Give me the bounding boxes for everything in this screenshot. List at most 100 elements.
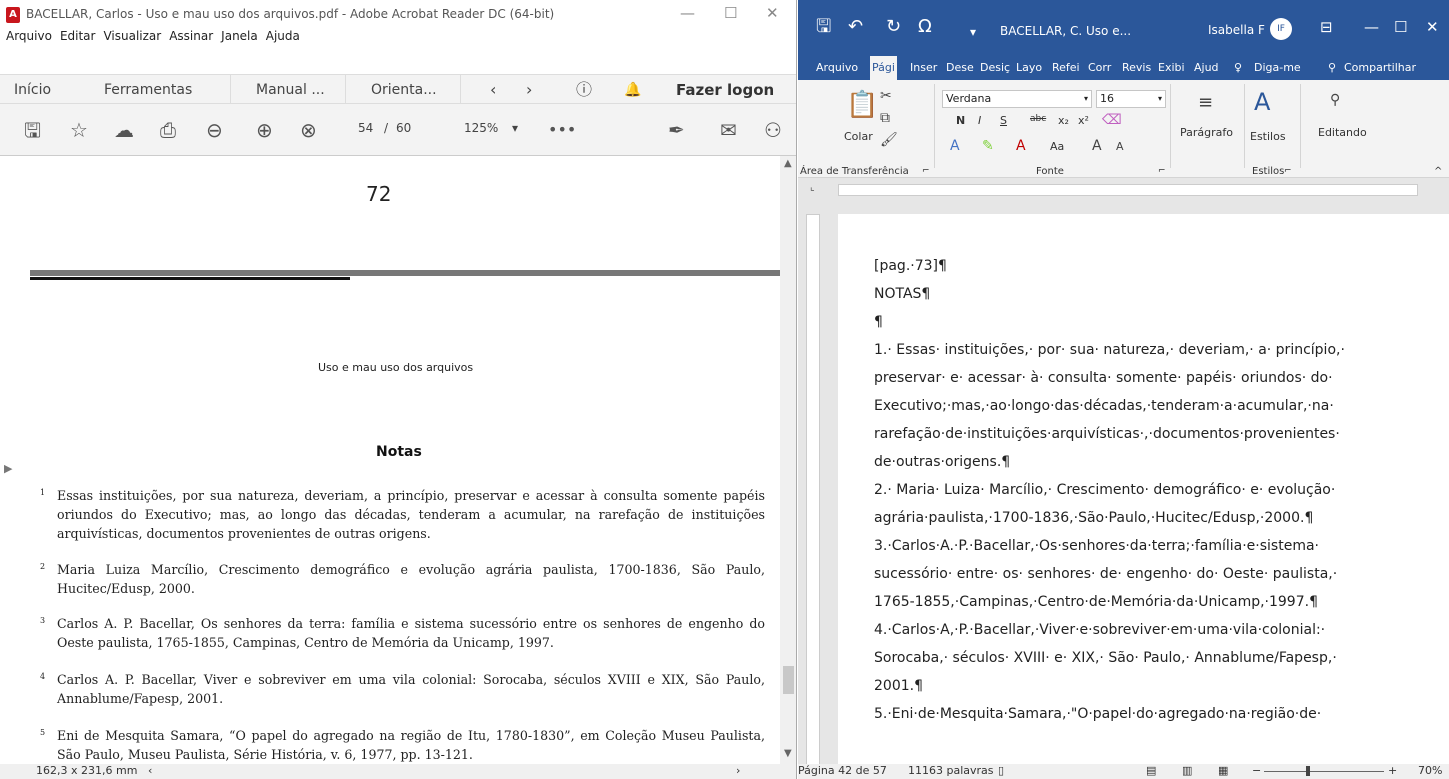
font-launcher-icon[interactable]: ⌐ [1158,166,1166,176]
share-icon[interactable]: ⚲ [1328,56,1336,80]
page-up-icon[interactable]: ⊕ [256,120,273,140]
document-line[interactable]: 1765-1855,·Campinas,·Centro·de·Memória·d… [874,594,1384,610]
undo-icon[interactable]: ↶ [848,17,863,37]
menu-ajuda[interactable]: Ajuda [266,29,300,45]
menu-janela[interactable]: Janela [221,29,258,45]
scroll-left-icon[interactable]: ‹ [148,764,152,777]
proofing-icon[interactable]: ▯ [998,764,1004,777]
bold-button[interactable]: N [956,114,965,127]
avatar[interactable]: IF [1270,18,1292,40]
more-tools-icon[interactable]: ••• [548,120,576,140]
paste-icon[interactable]: 📋 [846,90,878,120]
tab-stop-selector-icon[interactable]: ⌞ [810,182,815,193]
close-icon[interactable]: ✕ [1426,18,1439,36]
format-painter-icon[interactable]: 🖌 [880,132,898,148]
add-user-icon[interactable]: ⚇ [764,120,782,140]
strikethrough-button[interactable]: abc [1030,114,1046,124]
zoom-out-icon[interactable]: ⊖ [206,120,223,140]
symbol-omega-icon[interactable]: Ω [918,17,932,37]
sign-pen-icon[interactable]: ✒ [668,120,685,140]
zoom-in-icon[interactable]: + [1388,764,1397,777]
maximize-icon[interactable]: ☐ [724,4,737,22]
tab-prev-icon[interactable]: ‹ [490,75,496,105]
highlight-icon[interactable]: ✎ [982,138,994,154]
shrink-font-icon[interactable]: A [1116,140,1124,153]
document-line[interactable]: Executivo;·mas,·ao·longo·das·décadas,·te… [874,398,1384,414]
document-line[interactable]: 1.· Essas· instituições,· por· sua· natu… [874,342,1384,358]
email-icon[interactable]: ✉ [720,120,737,140]
vertical-ruler[interactable] [806,214,820,766]
editing-button[interactable]: Editando [1318,126,1367,139]
scrollbar-thumb[interactable] [783,666,794,694]
menu-arquivo[interactable]: Arquivo [6,29,52,45]
close-icon[interactable]: ✕ [766,4,779,22]
font-name-select[interactable]: Verdana ▾ [942,90,1092,108]
tab-manual[interactable]: Manual ... [256,75,325,105]
ribbon-display-icon[interactable]: ⊟ [1320,18,1333,36]
document-line[interactable]: Sorocaba,· séculos· XVIII· e· XIX,· São·… [874,650,1384,666]
print-icon[interactable]: ⎙ [160,120,176,140]
share-button[interactable]: Compartilhar [1344,56,1416,80]
print-layout-icon[interactable]: ▥ [1182,764,1192,777]
word-document-page[interactable]: [pag.·73]¶ NOTAS¶ ¶ 1.· Essas· instituiç… [838,214,1449,766]
paragraph-icon[interactable]: ≡ [1198,92,1213,113]
document-line[interactable]: 2.· Maria· Luiza· Marcílio,· Crescimento… [874,482,1384,498]
menu-editar[interactable]: Editar [60,29,96,45]
font-color-icon[interactable]: A [1016,138,1026,154]
copy-icon[interactable]: ⧉ [880,110,890,126]
styles-button[interactable]: Estilos [1250,130,1286,143]
tab-orienta[interactable]: Orienta... [371,75,437,105]
login-button[interactable]: Fazer logon [676,75,774,105]
minimize-icon[interactable]: — [680,4,695,22]
horizontal-ruler[interactable]: ⌞ [798,178,1449,200]
menu-assinar[interactable]: Assinar [169,29,213,45]
tab-revisao[interactable]: Revis [1122,56,1151,80]
scroll-right-icon[interactable]: › [736,764,740,777]
tab-desenhar[interactable]: Dese [946,56,974,80]
page-count[interactable]: Página 42 de 57 [798,764,887,777]
tab-inserir[interactable]: Inser [910,56,937,80]
clear-format-icon[interactable]: ⌫ [1102,112,1122,128]
tab-design[interactable]: Desiç [980,56,1010,80]
document-line[interactable]: ¶ [874,314,1384,330]
text-effects-icon[interactable]: A [950,138,960,154]
tab-next-icon[interactable]: › [526,75,532,105]
save-icon[interactable]: 🖫 [24,120,41,140]
tab-ferramentas[interactable]: Ferramentas [104,75,192,105]
document-line[interactable]: 5.·Eni·de·Mesquita·Samara,·"O·papel·do·a… [874,706,1384,722]
document-line[interactable]: 3.·Carlos·A.·P.·Bacellar,·Os·senhores·da… [874,538,1384,554]
menu-visualizar[interactable]: Visualizar [103,29,161,45]
page-down-icon[interactable]: ⊗ [300,120,317,140]
document-line[interactable]: NOTAS¶ [874,286,1384,302]
tab-correspondencias[interactable]: Corr [1088,56,1111,80]
zoom-level[interactable]: 70% [1418,764,1442,777]
scroll-down-icon[interactable]: ▼ [784,748,792,759]
document-line[interactable]: preservar· e· acessar· à· consulta· some… [874,370,1384,386]
document-line[interactable]: de·outras·origens.¶ [874,454,1384,470]
subscript-button[interactable]: x₂ [1058,114,1069,127]
document-line[interactable]: agrária·paulista,·1700-1836,·São·Paulo,·… [874,510,1384,526]
cut-icon[interactable]: ✂ [880,88,892,104]
tab-arquivo[interactable]: Arquivo [816,56,858,80]
upload-cloud-icon[interactable]: ☁ [114,120,134,140]
tab-referencias[interactable]: Refei [1052,56,1080,80]
underline-button[interactable]: S [1000,114,1007,127]
page-current-input[interactable]: 54 [358,121,373,135]
document-line[interactable]: rarefação·de·instituições·arquivísticas·… [874,426,1384,442]
word-count[interactable]: 11163 palavras [908,764,994,777]
document-line[interactable]: 4.·Carlos·A,·P.·Bacellar,·Viver·e·sobrev… [874,622,1384,638]
left-panel-toggle-icon[interactable]: ▶ [4,462,12,475]
italic-button[interactable]: I [978,114,981,127]
pdf-vertical-scrollbar[interactable]: ▲ ▼ [780,156,796,764]
paragraph-button[interactable]: Parágrafo [1180,126,1233,139]
ruler-strip[interactable] [838,184,1418,196]
zoom-dropdown-icon[interactable]: ▾ [512,121,518,135]
zoom-slider[interactable] [1264,771,1384,772]
tab-inicio[interactable]: Início [14,75,51,105]
zoom-select[interactable]: 125% [464,121,498,135]
document-line[interactable]: [pag.·73]¶ [874,258,1384,274]
read-mode-icon[interactable]: ▤ [1146,764,1156,777]
redo-icon[interactable]: ↻ [886,17,901,37]
save-icon[interactable]: 🖫 [816,17,831,37]
zoom-out-icon[interactable]: − [1252,764,1261,777]
